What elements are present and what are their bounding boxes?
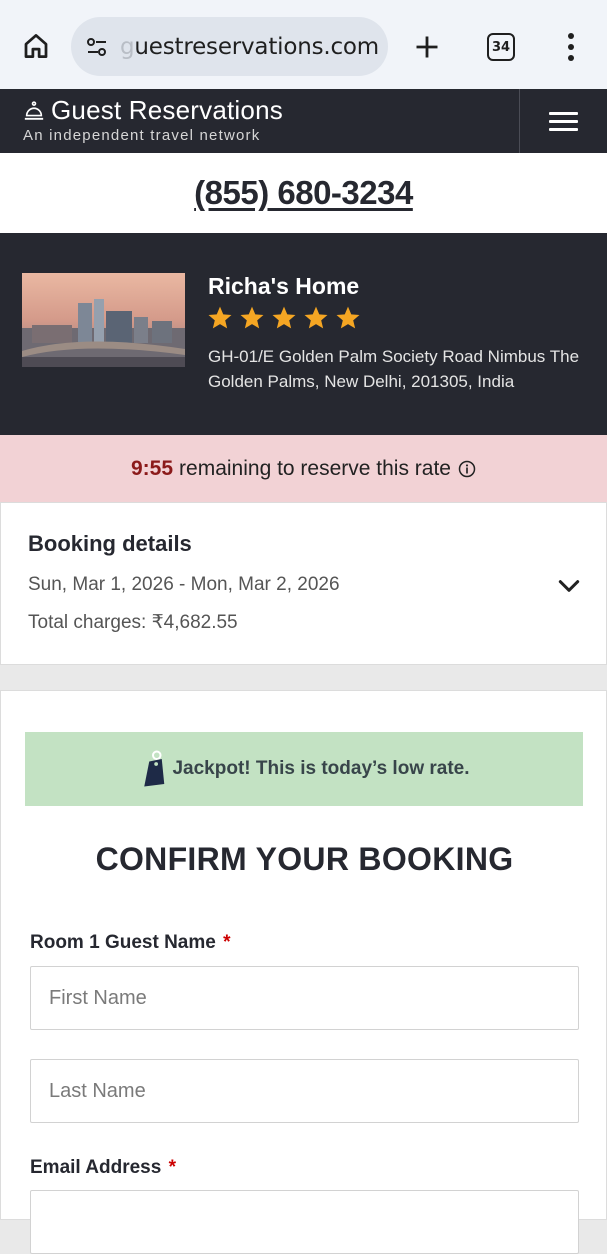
email-label: Email Address *: [30, 1157, 176, 1178]
booking-details-panel[interactable]: Booking details Sun, Mar 1, 2026 - Mon, …: [0, 502, 607, 665]
chevron-down-icon[interactable]: [556, 573, 582, 599]
booking-total: Total charges: ₹4,682.55: [28, 612, 238, 633]
site-logo[interactable]: Guest Reservations An independent travel…: [23, 95, 283, 144]
phone-link[interactable]: (855) 680-3234: [194, 174, 413, 212]
site-settings-icon[interactable]: [83, 33, 111, 61]
service-bell-icon: [23, 100, 45, 122]
low-rate-banner: Jackpot! This is today’s low rate.: [25, 732, 583, 806]
rate-timer: 9:55 remaining to reserve this rate: [0, 435, 607, 502]
hotel-photo: [22, 273, 185, 367]
first-name-input[interactable]: [30, 966, 579, 1030]
booking-form: Jackpot! This is today’s low rate. CONFI…: [0, 690, 607, 1254]
hamburger-menu-icon[interactable]: [519, 89, 607, 153]
logo-subtitle: An independent travel network: [23, 127, 261, 144]
confirm-booking-title: CONFIRM YOUR BOOKING: [95, 841, 514, 877]
tab-count: 34: [491, 39, 511, 55]
browser-toolbar: guestreservations.com 34: [0, 0, 607, 89]
logo-title: Guest Reservations: [51, 95, 283, 125]
star-icon: [208, 306, 232, 329]
new-tab-icon[interactable]: [408, 28, 446, 66]
hotel-summary: Richa's Home GH-01/E Golden Palm Society…: [0, 233, 607, 435]
tab-switcher-button[interactable]: 34: [487, 33, 515, 61]
address-bar[interactable]: guestreservations.com: [71, 17, 388, 76]
hotel-address: GH-01/E Golden Palm Society Road Nimbus …: [208, 347, 580, 391]
home-icon[interactable]: [18, 28, 54, 64]
low-rate-text: Jackpot! This is today’s low rate.: [172, 758, 470, 779]
phone-banner: (855) 680-3234: [0, 153, 607, 233]
star-icon: [304, 306, 328, 329]
url-text: guestreservations.com: [120, 33, 380, 60]
star-icon: [272, 306, 296, 329]
info-icon[interactable]: [458, 460, 476, 478]
star-icon: [240, 306, 264, 329]
timer-text: remaining to reserve this rate: [179, 456, 451, 480]
price-tag-icon: [144, 750, 165, 787]
site-header: Guest Reservations An independent travel…: [0, 89, 607, 153]
required-mark: *: [223, 932, 231, 953]
hotel-rating: [207, 305, 361, 331]
last-name-input[interactable]: [30, 1059, 579, 1123]
timer-countdown: 9:55: [131, 456, 174, 480]
star-icon: [336, 306, 360, 329]
guest-name-label: Room 1 Guest Name *: [30, 932, 231, 953]
overflow-menu-icon[interactable]: [558, 28, 584, 66]
booking-details-title: Booking details: [28, 531, 192, 556]
booking-dates: Sun, Mar 1, 2026 - Mon, Mar 2, 2026: [28, 574, 340, 595]
hotel-name: Richa's Home: [208, 273, 360, 299]
required-mark: *: [168, 1157, 176, 1178]
